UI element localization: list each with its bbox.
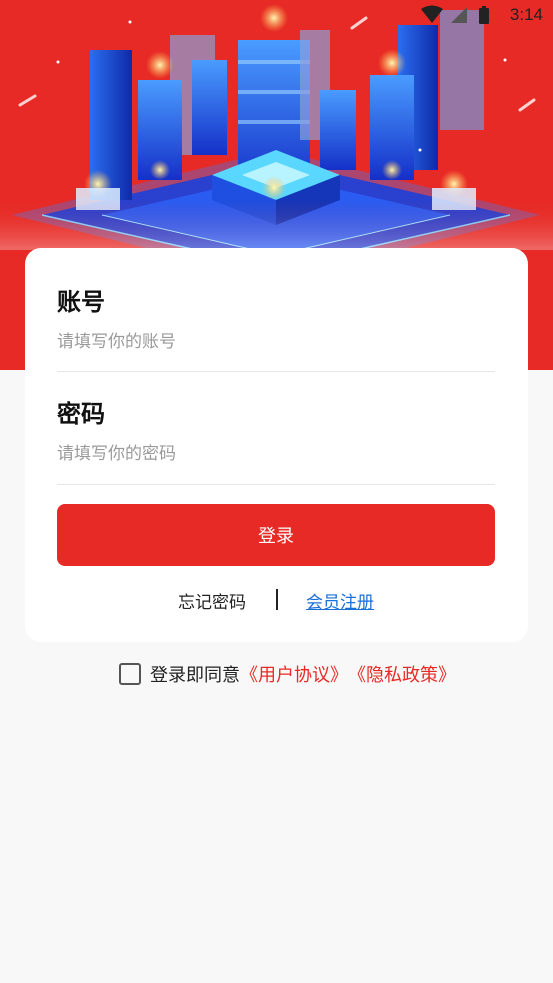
agreement-prefix: 登录即同意 xyxy=(150,665,240,686)
login-button[interactable]: 登录 xyxy=(57,504,495,566)
status-time: 3:14 xyxy=(509,5,543,24)
account-label: 账号 xyxy=(57,288,105,316)
link-separator xyxy=(276,589,278,610)
status-bar: 3:14 xyxy=(0,0,553,30)
agreement-checkbox[interactable] xyxy=(119,663,141,685)
forgot-password-link[interactable]: 忘记密码 xyxy=(178,588,246,613)
wifi-icon xyxy=(421,5,443,23)
signal-icon xyxy=(451,7,467,23)
status-icons xyxy=(421,5,489,24)
password-input[interactable] xyxy=(57,434,495,474)
agreement-row: 登录即同意 《用户协议》 《隐私政策》 xyxy=(119,661,456,687)
auth-links: 忘记密码 会员注册 xyxy=(25,588,528,613)
battery-icon xyxy=(479,8,489,24)
account-input[interactable] xyxy=(57,322,495,362)
password-divider xyxy=(57,484,495,485)
account-divider xyxy=(57,371,495,372)
login-card: 账号 密码 登录 忘记密码 会员注册 xyxy=(25,248,528,642)
password-label: 密码 xyxy=(57,400,105,428)
privacy-policy-link[interactable]: 《隐私政策》 xyxy=(348,661,456,687)
register-link[interactable]: 会员注册 xyxy=(306,588,374,613)
user-agreement-link[interactable]: 《用户协议》 xyxy=(240,661,348,687)
